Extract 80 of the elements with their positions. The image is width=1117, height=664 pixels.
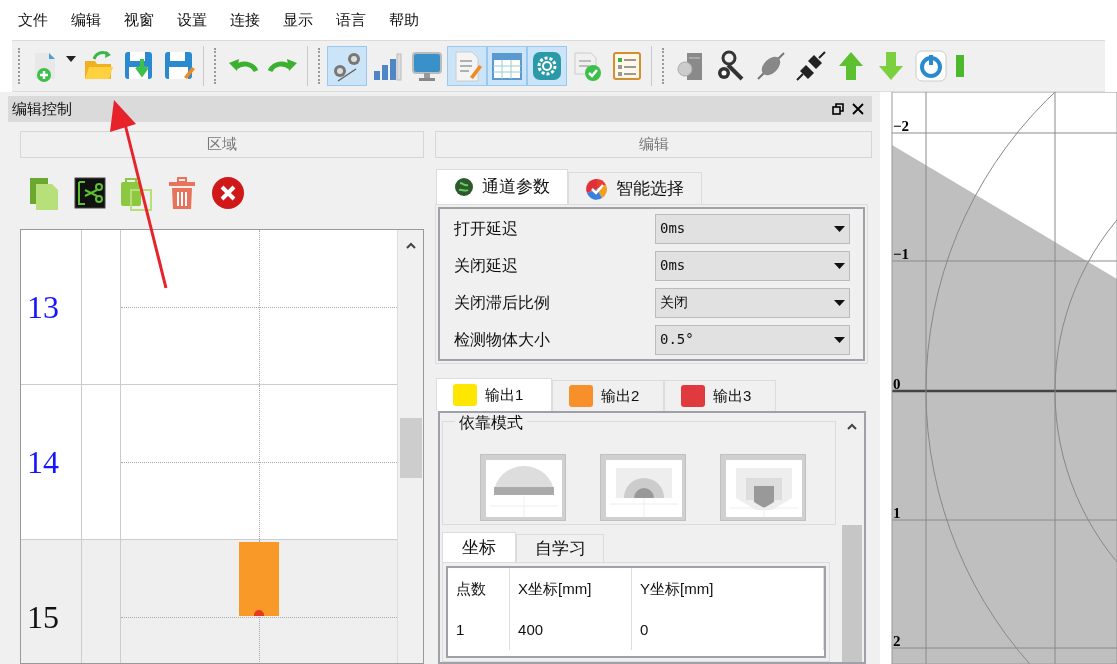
row-number: 14 <box>27 443 59 482</box>
field-label: 检测物体大小 <box>454 329 551 350</box>
toolbar-grip[interactable] <box>214 48 217 84</box>
field-label: 打开延迟 <box>454 218 519 239</box>
field-label: 关闭延迟 <box>454 255 519 276</box>
scrollbar[interactable] <box>397 230 424 663</box>
panel-title: 编辑控制 <box>12 98 72 119</box>
dropdown[interactable]: 0ms <box>655 250 850 281</box>
pentagon-mode-button[interactable] <box>720 454 807 521</box>
section-header: 区域 <box>20 131 425 158</box>
unplugged-icon <box>794 49 828 83</box>
axis-tick-label: 2 <box>893 633 901 649</box>
menu-item[interactable]: 设置 <box>177 8 207 32</box>
axis-tick-label: 1 <box>893 505 901 521</box>
restore-icon[interactable] <box>832 103 844 115</box>
tab[interactable]: 通道参数 <box>436 169 569 204</box>
caret-icon <box>834 299 845 306</box>
column-header[interactable]: 点数 <box>448 568 511 610</box>
caret-icon <box>834 225 845 232</box>
mode-preview-icon <box>726 460 803 517</box>
paste-icon[interactable] <box>119 175 153 212</box>
tab[interactable]: 自学习 <box>516 534 605 562</box>
zone-row[interactable]: 14 <box>21 385 398 540</box>
section-header: 编辑 <box>435 131 872 158</box>
row-number: 15 <box>27 598 59 637</box>
row-number: 13 <box>27 288 59 327</box>
table-cell: 0 <box>632 610 824 650</box>
menu-item[interactable]: 连接 <box>230 8 260 32</box>
mode-preview-icon <box>486 460 563 517</box>
semicircle-mode-button[interactable] <box>480 454 567 521</box>
route-button[interactable] <box>327 46 367 86</box>
scrollbar-thumb[interactable] <box>842 525 862 662</box>
scroll-up-icon[interactable] <box>406 242 417 249</box>
table-cell: 400 <box>510 610 633 650</box>
menu-item[interactable]: 语言 <box>336 8 366 32</box>
arch-mode-button[interactable] <box>600 454 687 521</box>
caret-icon <box>834 336 845 343</box>
axis-tick-label: 0 <box>893 376 901 392</box>
power-icon <box>914 49 948 83</box>
monitor-icon <box>410 49 444 83</box>
menu-item[interactable]: 文件 <box>18 8 48 32</box>
checklist-icon <box>610 49 644 83</box>
column-header[interactable]: Y坐标[mm] <box>632 568 824 610</box>
settings-icon <box>530 49 564 83</box>
column-header[interactable]: X坐标[mm] <box>510 568 633 610</box>
zone-marker[interactable] <box>239 542 279 616</box>
globe-icon <box>454 177 475 197</box>
caret-icon <box>834 262 845 269</box>
menu-item[interactable]: 显示 <box>283 8 313 32</box>
dropdown[interactable]: 0ms <box>655 213 850 244</box>
close-icon[interactable] <box>852 103 864 115</box>
caret-icon[interactable] <box>66 56 76 62</box>
toolbar-grip[interactable] <box>18 48 21 84</box>
tab[interactable]: 智能选择 <box>568 172 703 204</box>
table-button[interactable] <box>487 46 527 86</box>
toolbar-grip[interactable] <box>662 48 665 84</box>
edit-document-button[interactable] <box>447 46 487 86</box>
menu-item[interactable]: 视窗 <box>124 8 154 32</box>
scrollbar-thumb[interactable] <box>400 418 423 478</box>
axis-tick-label: −1 <box>893 246 910 262</box>
zone-row[interactable]: 15 <box>21 540 398 663</box>
tab[interactable]: 输出3 <box>664 380 777 411</box>
tab[interactable]: 输出1 <box>436 378 553 411</box>
zone-row[interactable]: 13 <box>21 230 398 385</box>
table-cell: 1 <box>448 610 511 650</box>
copy-icon[interactable] <box>27 175 61 212</box>
dropdown[interactable]: 0.5° <box>655 324 850 355</box>
dropdown[interactable]: 关闭 <box>655 287 850 318</box>
menu-item[interactable]: 帮助 <box>389 8 419 32</box>
mode-preview-icon <box>606 460 683 517</box>
toolbar-grip[interactable] <box>318 48 321 84</box>
cut-icon[interactable] <box>73 175 107 212</box>
axis-tick-label: −2 <box>893 118 910 134</box>
field-label: 关闭滞后比例 <box>454 292 551 313</box>
pie-chart-icon <box>586 177 609 200</box>
tab[interactable]: 坐标 <box>442 532 517 562</box>
settings-button[interactable] <box>527 46 567 86</box>
tab[interactable]: 输出2 <box>552 380 665 411</box>
menu-item[interactable]: 编辑 <box>71 8 101 32</box>
scroll-up-icon[interactable] <box>847 423 857 430</box>
